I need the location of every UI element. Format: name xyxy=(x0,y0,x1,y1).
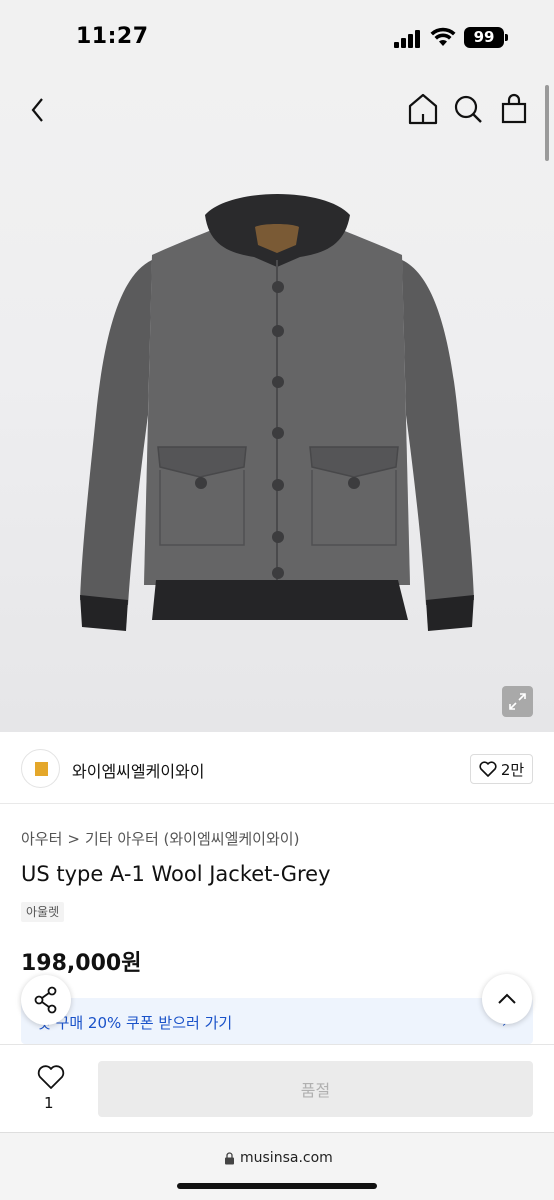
share-button[interactable] xyxy=(21,975,71,1025)
soldout-button[interactable]: 품절 xyxy=(98,1061,533,1117)
like-count: 1 xyxy=(44,1094,54,1112)
battery-tip xyxy=(505,34,508,41)
store-logo[interactable] xyxy=(21,749,60,788)
shopping-bag-icon xyxy=(501,93,527,124)
store-name[interactable]: 와이엠씨엘케이와이 xyxy=(72,758,204,782)
lock-icon xyxy=(225,1152,234,1165)
store-row[interactable]: 와이엠씨엘케이와이 2만 xyxy=(0,732,554,804)
wifi-icon xyxy=(430,27,456,46)
heart-icon xyxy=(37,1065,65,1089)
search-icon xyxy=(454,95,482,123)
scroll-to-top-button[interactable] xyxy=(482,974,532,1024)
back-button[interactable] xyxy=(18,90,58,130)
chevron-up-icon xyxy=(498,993,516,1004)
breadcrumb-subcategory[interactable]: 기타 아우터 (와이엠씨엘케이와이) xyxy=(85,830,299,848)
jacket-image xyxy=(80,194,474,631)
home-icon xyxy=(408,93,438,125)
share-icon xyxy=(34,986,57,1014)
store-like-button[interactable]: 2만 xyxy=(470,754,533,784)
breadcrumb-category[interactable]: 아우터 xyxy=(21,830,62,848)
breadcrumb: 아우터 > 기타 아우터 (와이엠씨엘케이와이) xyxy=(21,828,299,849)
product-image[interactable] xyxy=(0,75,554,732)
cart-button[interactable] xyxy=(494,89,534,129)
url-text[interactable]: musinsa.com xyxy=(240,1150,333,1166)
heart-icon xyxy=(479,761,497,777)
outlet-tag: 아울렛 xyxy=(21,902,65,922)
battery-indicator: 99 xyxy=(464,27,504,48)
store-logo-mark xyxy=(35,762,48,776)
page-scrollbar[interactable] xyxy=(545,85,549,161)
chevron-left-icon xyxy=(31,98,43,122)
status-bar: 11:27 99 xyxy=(0,0,554,75)
browser-url-bar[interactable] xyxy=(0,1132,554,1200)
home-indicator[interactable] xyxy=(177,1183,377,1189)
product-price: 198,000원 xyxy=(21,951,142,976)
expand-icon xyxy=(509,693,526,710)
cellular-signal-icon xyxy=(394,30,420,48)
store-like-count: 2만 xyxy=(500,760,525,779)
product-title: US type A-1 Wool Jacket-Grey xyxy=(21,862,331,886)
status-time: 11:27 xyxy=(76,24,149,49)
home-button[interactable] xyxy=(403,89,443,129)
expand-image-button[interactable] xyxy=(502,686,533,717)
search-button[interactable] xyxy=(448,89,488,129)
breadcrumb-separator: > xyxy=(67,830,80,848)
